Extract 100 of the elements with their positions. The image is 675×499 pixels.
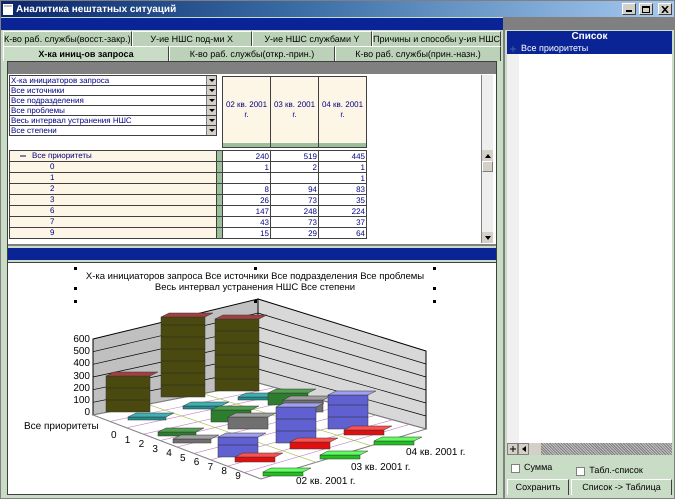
window-icon <box>3 4 13 14</box>
axis-label: 9 <box>235 472 241 482</box>
scroll-up-button[interactable] <box>482 150 493 161</box>
list-header: Список <box>507 31 672 43</box>
axis-label: 5 <box>180 454 186 464</box>
axis-label: 0 <box>111 431 117 441</box>
selection-handle[interactable] <box>433 300 436 303</box>
table-cell: 15 <box>222 227 271 239</box>
checkbox-label: Табл.-список <box>589 464 643 478</box>
selection-handle[interactable] <box>74 287 77 290</box>
axis-label: 04 кв. 2001 г. <box>406 447 466 458</box>
tab[interactable]: У-ие НШС службами Y <box>252 31 372 46</box>
plus-icon <box>510 46 516 52</box>
tab[interactable]: К-во раб. службы(откр.-прин.) <box>169 46 335 61</box>
axis-label: 500 <box>72 347 90 358</box>
checkbox[interactable] <box>511 464 520 472</box>
down-arrow-icon <box>484 236 490 240</box>
list-item[interactable]: Все приоритеты <box>507 43 672 54</box>
scrollbar[interactable] <box>481 75 493 243</box>
dropdown-arrow-icon <box>208 89 214 92</box>
table-cell: 1 <box>222 161 271 173</box>
row-label: 2 <box>50 183 54 195</box>
axis-label: 2 <box>138 440 144 450</box>
axis-label: 8 <box>221 467 227 477</box>
column-header[interactable]: 02 кв. 2001 г. <box>222 76 271 148</box>
window-title: Аналитика нештатных ситуаций <box>16 2 176 16</box>
scroll-thumb[interactable] <box>482 161 493 172</box>
selection-handle[interactable] <box>74 300 77 303</box>
table-cell: 519 <box>270 150 319 162</box>
axis-label: 600 <box>72 335 90 345</box>
chart-title: Х-ка инициаторов запроса Все источники Все подразделения Все проблемы <box>84 271 426 282</box>
row-label: 9 <box>50 227 54 239</box>
row-label: 1 <box>50 172 54 184</box>
left-arrow-icon <box>522 446 526 452</box>
table-cell: 240 <box>222 150 271 162</box>
horizontal-scrollbar[interactable] <box>507 443 672 455</box>
row-label: 7 <box>50 216 54 228</box>
axis-label: 200 <box>72 384 90 394</box>
checkbox[interactable] <box>576 466 586 476</box>
dropdown-arrow-icon <box>208 99 214 102</box>
button[interactable]: Список -> Таблица <box>571 479 672 495</box>
tab[interactable]: К-во раб. службы(прин.-назн.) <box>335 46 501 61</box>
dropdown-field[interactable]: Х-ка инициаторов запроса <box>9 75 217 86</box>
table-cell: 29 <box>270 227 319 239</box>
selection-handle[interactable] <box>433 287 436 290</box>
table-cell: 445 <box>318 150 367 162</box>
up-arrow-icon <box>484 154 490 158</box>
selection-handle[interactable] <box>254 267 257 270</box>
table-cell: 43 <box>222 216 271 228</box>
axis-label: Все приоритеты <box>24 421 99 432</box>
dropdown-arrow-icon <box>208 79 214 82</box>
button[interactable]: Сохранить <box>507 479 569 495</box>
row-label: Все приоритеты <box>32 150 92 162</box>
tab[interactable]: Х-ка иниц-ов запроса <box>3 46 169 61</box>
selection-handle[interactable] <box>254 300 257 303</box>
row-label: 3 <box>50 194 54 206</box>
table-cell: 8 <box>222 183 271 195</box>
dropdown-field[interactable]: Все проблемы <box>9 105 217 116</box>
close-icon <box>661 6 669 12</box>
row-label: 6 <box>50 205 54 217</box>
axis-label: 7 <box>208 462 214 472</box>
selection-handle[interactable] <box>74 267 77 270</box>
column-header[interactable]: 03 кв. 2001 г. <box>270 76 319 148</box>
axis-label: 3 <box>152 444 158 454</box>
tab[interactable]: У-ие НШС под-ми X <box>132 31 252 46</box>
scroll-down-button[interactable] <box>482 232 493 243</box>
maximize-button[interactable] <box>639 3 653 15</box>
axis-label: 0 <box>83 408 90 418</box>
expand-button[interactable] <box>507 443 518 455</box>
axis-label: 400 <box>72 359 90 370</box>
dropdown-field[interactable]: Все степени <box>9 125 217 136</box>
tab[interactable]: К-во раб. службы(восст.-закр.) <box>3 31 132 46</box>
plus-icon <box>510 446 516 452</box>
dropdown-arrow-icon <box>208 119 214 122</box>
column-header[interactable]: 04 кв. 2001 г. <box>318 76 367 148</box>
dropdown-field[interactable]: Все источники <box>9 85 217 96</box>
minus-icon[interactable] <box>20 153 26 159</box>
dropdown-arrow-icon <box>208 109 214 112</box>
table-cell: 64 <box>318 227 367 239</box>
axis-label: 300 <box>72 372 90 382</box>
dropdown-field[interactable]: Все подразделения <box>9 95 217 106</box>
axis-label: 4 <box>166 449 172 459</box>
table-cell: 26 <box>222 194 271 206</box>
checkbox-label: Сумма <box>524 461 552 474</box>
dropdown-field[interactable]: Весь интервал устранения НШС <box>9 115 217 126</box>
scroll-thumb[interactable] <box>529 443 541 455</box>
table-cell: 147 <box>222 205 271 217</box>
selection-handle[interactable] <box>433 267 436 270</box>
dropdown-arrow-icon <box>208 129 214 132</box>
axis-label: 02 кв. 2001 г. <box>296 476 356 487</box>
chart-title: Весь интервал устранения НШС Все степени <box>154 282 356 293</box>
axis-label: 03 кв. 2001 г. <box>351 462 410 472</box>
close-button[interactable] <box>658 3 672 15</box>
scroll-left-button[interactable] <box>518 443 529 455</box>
minimize-button[interactable] <box>622 3 636 15</box>
tab[interactable]: Причины и способы у-ия НШС <box>372 31 501 46</box>
row-label: 0 <box>50 161 54 173</box>
axis-label: 100 <box>72 396 90 406</box>
axis-label: 6 <box>194 458 200 468</box>
axis-label: 1 <box>124 436 130 446</box>
